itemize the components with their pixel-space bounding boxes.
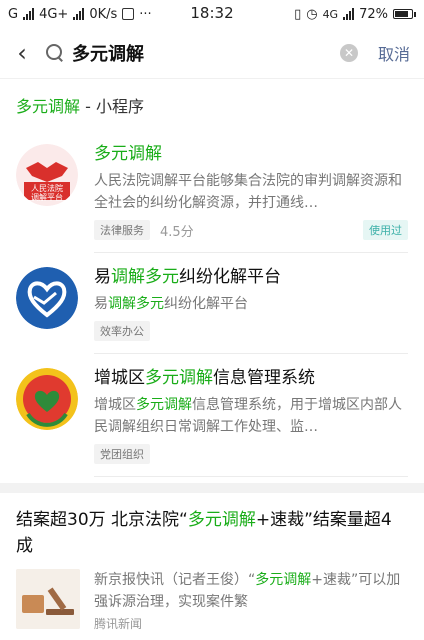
app-desc-highlight: 多元调解: [136, 397, 192, 413]
logo-text-line-2: 调解平台: [31, 193, 63, 202]
heart-hands-logo-icon: [16, 267, 78, 329]
news-source: 腾讯新闻: [94, 617, 143, 631]
rating: 4.5分: [160, 224, 194, 240]
app-name: 易调解多元纠纷化解平台: [94, 265, 408, 289]
app-name-pre: 增城区: [94, 368, 145, 388]
logo-text-line-1: 人民法院: [31, 184, 63, 193]
app-logo-1: 人民法院 调解平台: [16, 142, 80, 253]
section-title: 多元调解 - 小程序: [0, 78, 424, 130]
news-item[interactable]: 结案超30万 北京法院“多元调解+速裁”结案量超4成 新京报快讯（记者王俊）“多…: [0, 493, 424, 632]
category-tag: 效率办公: [94, 321, 150, 341]
search-bar: ‹ ✕ 取消: [0, 28, 424, 78]
image-notification-icon: [122, 8, 135, 20]
signal-icon: [23, 8, 35, 20]
news-title: 结案超30万 北京法院“多元调解+速裁”结案量超4成: [16, 507, 408, 559]
app-name-pre: 易: [94, 267, 111, 287]
section-suffix: - 小程序: [80, 96, 144, 116]
signal-icon-2: [73, 8, 85, 20]
network-right-label: 4G: [322, 7, 339, 21]
news-row: 新京报快讯（记者王俊）“多元调解+速裁”可以加强诉源治理，实现案件繁 腾讯新闻: [16, 569, 408, 632]
status-bar: G 4G+ 0K/s ··· 18:32 ▯ ◷ 4G 72%: [0, 0, 424, 28]
app-desc: 易调解多元纠纷化解平台: [94, 293, 408, 315]
app-desc: 增城区多元调解信息管理系统，用于增城区内部人民调解组织日常调解工作处理、监…: [94, 394, 408, 438]
emblem-logo-icon: [16, 368, 78, 430]
app-body-2: 易调解多元纠纷化解平台 易调解多元纠纷化解平台 效率办公: [94, 265, 408, 354]
app-desc-post: 纠纷化解平台: [164, 296, 248, 312]
signal-icon-3: [343, 8, 355, 20]
tag-row: 党团组织: [94, 444, 408, 464]
news-desc-highlight: 多元调解: [255, 572, 312, 588]
app-body-1: 多元调解 人民法院调解平台能够集合法院的审判调解资源和全社会的纠纷化解资源，并打…: [94, 142, 408, 253]
app-item-2[interactable]: 易调解多元纠纷化解平台 易调解多元纠纷化解平台 效率办公: [0, 253, 424, 354]
clock: 18:32: [190, 4, 234, 22]
app-body-3: 增城区多元调解信息管理系统 增城区多元调解信息管理系统，用于增城区内部人民调解组…: [94, 366, 408, 477]
vibrate-icon: ▯: [294, 6, 302, 22]
search-input[interactable]: [72, 42, 322, 64]
status-left: G 4G+ 0K/s ···: [8, 7, 152, 22]
status-right: ▯ ◷ 4G 72%: [294, 7, 416, 22]
app-name-post: 纠纷化解平台: [179, 267, 281, 287]
section-divider: [0, 483, 424, 493]
news-thumbnail-image: [16, 569, 80, 629]
back-arrow-icon[interactable]: ‹: [10, 38, 34, 68]
alarm-icon: ◷: [306, 6, 318, 22]
network-label: 4G+: [39, 6, 69, 22]
tag-row: 法律服务 4.5分 使用过: [94, 220, 408, 240]
app-name-highlight: 调解多元: [111, 267, 179, 287]
app-name: 多元调解: [94, 144, 162, 164]
news-desc: 新京报快讯（记者王俊）“多元调解+速裁”可以加强诉源治理，实现案件繁: [94, 569, 408, 613]
speed-label: 0K/s: [89, 6, 118, 22]
used-badge: 使用过: [363, 220, 408, 240]
app-name-highlight: 多元调解: [145, 368, 213, 388]
app-desc-pre: 增城区: [94, 397, 136, 413]
tag-row: 效率办公: [94, 321, 408, 341]
news-body: 新京报快讯（记者王俊）“多元调解+速裁”可以加强诉源治理，实现案件繁 腾讯新闻: [94, 569, 408, 632]
cancel-button[interactable]: 取消: [378, 41, 410, 65]
carrier-label: G: [8, 6, 19, 22]
app-item-1[interactable]: 人民法院 调解平台 多元调解 人民法院调解平台能够集合法院的审判调解资源和全社会…: [0, 130, 424, 253]
search-icon: [46, 44, 64, 62]
news-desc-pre: 新京报快讯（记者王俊）“: [94, 572, 256, 588]
category-tag: 法律服务: [94, 220, 150, 240]
app-desc-pre: 易: [94, 296, 108, 312]
section-keyword: 多元调解: [16, 96, 81, 116]
battery-label: 72%: [359, 6, 388, 22]
app-logo-3: [16, 366, 80, 477]
app-logo-2: [16, 265, 80, 354]
news-title-highlight: 多元调解: [187, 510, 256, 530]
app-name: 增城区多元调解信息管理系统: [94, 366, 408, 390]
more-icon: ···: [139, 6, 152, 22]
logo-caption: 人民法院 调解平台: [16, 184, 78, 202]
app-item-3[interactable]: 增城区多元调解信息管理系统 增城区多元调解信息管理系统，用于增城区内部人民调解组…: [0, 354, 424, 477]
app-desc-highlight: 调解多元: [108, 296, 164, 312]
clear-icon[interactable]: ✕: [340, 44, 358, 62]
news-title-pre: 结案超30万 北京法院“: [16, 510, 188, 530]
category-tag: 党团组织: [94, 444, 150, 464]
app-name-post: 信息管理系统: [213, 368, 315, 388]
battery-icon: [393, 9, 416, 19]
app-desc: 人民法院调解平台能够集合法院的审判调解资源和全社会的纠纷化解资源，并打通线…: [94, 173, 402, 211]
